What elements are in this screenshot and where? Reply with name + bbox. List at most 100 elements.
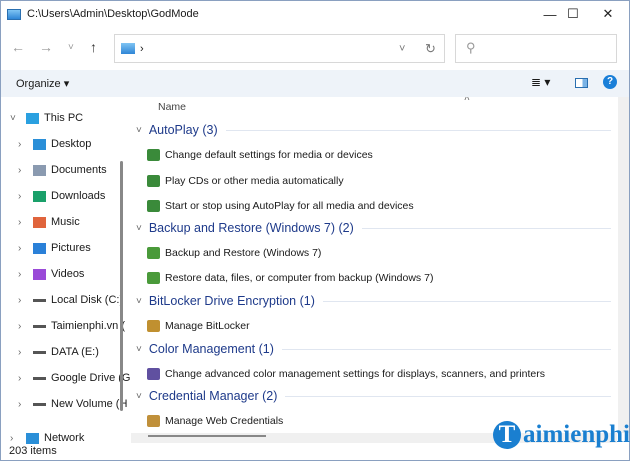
nav-item-label: Pictures: [51, 242, 91, 254]
control-panel-icon: [147, 368, 160, 380]
item-label: Change advanced color management setting…: [165, 368, 545, 380]
group-divider: [361, 227, 611, 229]
search-input[interactable]: ⚲: [455, 34, 617, 63]
list-item[interactable]: Restore data, files, or computer from ba…: [147, 272, 433, 284]
nav-item-label: Documents: [51, 164, 107, 176]
nav-item-label: Taimienphi.vn (: [51, 320, 125, 332]
watermark-badge: T: [493, 421, 521, 449]
view-options-button[interactable]: ≣ ▾: [531, 75, 550, 89]
window-title: C:\Users\Admin\Desktop\GodMode: [27, 8, 199, 20]
godmode-icon: [7, 8, 21, 20]
group-header[interactable]: ˅ Credential Manager (2): [136, 389, 611, 403]
control-panel-icon: [147, 200, 160, 212]
folder-icon: [33, 138, 46, 150]
chevron-right-icon[interactable]: ›: [18, 243, 21, 254]
folder-icon: [33, 402, 46, 406]
chevron-right-icon[interactable]: ›: [18, 269, 21, 280]
back-button[interactable]: ←: [11, 39, 25, 55]
nav-item-label: Music: [51, 216, 80, 228]
group-header[interactable]: ˅ BitLocker Drive Encryption (1): [136, 294, 611, 308]
nav-item-label: Downloads: [51, 190, 106, 202]
folder-icon: [33, 164, 46, 176]
command-bar: Organize ▾ ≣ ▾ ?: [1, 70, 629, 97]
sort-indicator-icon: ˄: [464, 97, 470, 104]
content-vertical-scrollbar[interactable]: [618, 97, 629, 433]
group-divider: [285, 395, 611, 397]
nav-scrollbar[interactable]: [120, 161, 123, 411]
folder-icon: [33, 376, 46, 380]
nav-item-label: This PC: [44, 112, 84, 124]
horizontal-scroll-thumb[interactable]: [148, 435, 266, 437]
navigation-bar: ← → ˅ ↑ › ˅ ↻ ⚲: [1, 31, 629, 67]
folder-icon: [33, 268, 46, 280]
address-dropdown[interactable]: ˅: [399, 43, 405, 55]
list-item[interactable]: Change default settings for media or dev…: [147, 149, 373, 161]
item-label: Backup and Restore (Windows 7): [165, 247, 322, 259]
godmode-icon: [121, 43, 135, 54]
chevron-right-icon[interactable]: ›: [18, 373, 21, 384]
chevron-down-icon[interactable]: ˅: [136, 125, 142, 136]
forward-button[interactable]: →: [39, 39, 53, 55]
help-icon[interactable]: ?: [603, 75, 617, 89]
list-item[interactable]: Manage BitLocker: [147, 320, 250, 332]
nav-item-label: Videos: [51, 268, 85, 280]
group-divider: [225, 129, 611, 131]
chevron-down-icon[interactable]: ˅: [136, 296, 142, 307]
breadcrumb-separator[interactable]: ›: [140, 43, 144, 55]
folder-icon: [33, 216, 46, 228]
chevron-down-icon[interactable]: ˅: [136, 391, 142, 402]
address-bar[interactable]: › ˅ ↻: [114, 34, 445, 63]
chevron-right-icon[interactable]: ›: [18, 321, 21, 332]
chevron-right-icon[interactable]: ›: [18, 165, 21, 176]
explorer-window: C:\Users\Admin\Desktop\GodMode — ☐ ✕ ← →…: [0, 0, 630, 461]
group-header[interactable]: ˅ AutoPlay (3): [136, 123, 611, 137]
chevron-right-icon[interactable]: ›: [18, 347, 21, 358]
nav-item-label: Local Disk (C:): [51, 294, 124, 306]
control-panel-icon: [147, 320, 160, 332]
control-panel-icon: [147, 272, 160, 284]
nav-item-label: Desktop: [51, 138, 92, 150]
close-button[interactable]: ✕: [585, 1, 630, 27]
item-label: Play CDs or other media automatically: [165, 175, 344, 187]
title-bar: C:\Users\Admin\Desktop\GodMode — ☐ ✕: [1, 1, 629, 27]
folder-icon: [26, 432, 39, 444]
group-title: Color Management (1): [148, 342, 274, 356]
nav-item-this-pc[interactable]: ˅ This PC: [10, 108, 146, 128]
group-header[interactable]: ˅ Backup and Restore (Windows 7) (2): [136, 221, 611, 235]
control-panel-icon: [147, 247, 160, 259]
recent-locations-button[interactable]: ˅: [68, 42, 74, 53]
group-header[interactable]: ˅ Color Management (1): [136, 342, 611, 356]
folder-icon: [33, 298, 46, 302]
group-divider: [322, 300, 611, 302]
chevron-right-icon[interactable]: ›: [18, 295, 21, 306]
list-item[interactable]: Backup and Restore (Windows 7): [147, 247, 321, 259]
item-label: Change default settings for media or dev…: [165, 149, 373, 161]
up-button[interactable]: ↑: [90, 39, 97, 55]
column-header-name[interactable]: Name: [158, 101, 186, 113]
list-item[interactable]: Start or stop using AutoPlay for all med…: [147, 200, 414, 212]
chevron-right-icon[interactable]: ›: [18, 399, 21, 410]
list-item[interactable]: Manage Web Credentials: [147, 415, 283, 427]
search-icon: ⚲: [466, 40, 476, 55]
content-pane: Name ˄ ˅ AutoPlay (3) Change default setti…: [131, 97, 617, 433]
control-panel-icon: [147, 415, 160, 427]
list-item[interactable]: Change advanced color management setting…: [147, 368, 545, 380]
list-item[interactable]: Play CDs or other media automatically: [147, 175, 344, 187]
organize-button[interactable]: Organize ▾: [16, 77, 69, 90]
chevron-down-icon[interactable]: ˅: [10, 113, 16, 124]
chevron-right-icon[interactable]: ›: [18, 139, 21, 150]
chevron-down-icon[interactable]: ˅: [136, 344, 142, 355]
group-title: BitLocker Drive Encryption (1): [148, 294, 315, 308]
item-label: Restore data, files, or computer from ba…: [165, 272, 434, 284]
item-label: Manage Web Credentials: [165, 415, 284, 427]
chevron-right-icon[interactable]: ›: [18, 191, 21, 202]
chevron-right-icon[interactable]: ›: [18, 217, 21, 228]
preview-pane-icon[interactable]: [575, 78, 588, 88]
refresh-button[interactable]: ↻: [425, 41, 436, 57]
folder-icon: [26, 112, 39, 124]
chevron-down-icon[interactable]: ˅: [136, 223, 142, 234]
nav-item-label: DATA (E:): [51, 346, 99, 358]
item-count: 203 items: [9, 445, 57, 457]
group-title: Credential Manager (2): [148, 389, 278, 403]
chevron-right-icon[interactable]: ›: [10, 433, 13, 444]
